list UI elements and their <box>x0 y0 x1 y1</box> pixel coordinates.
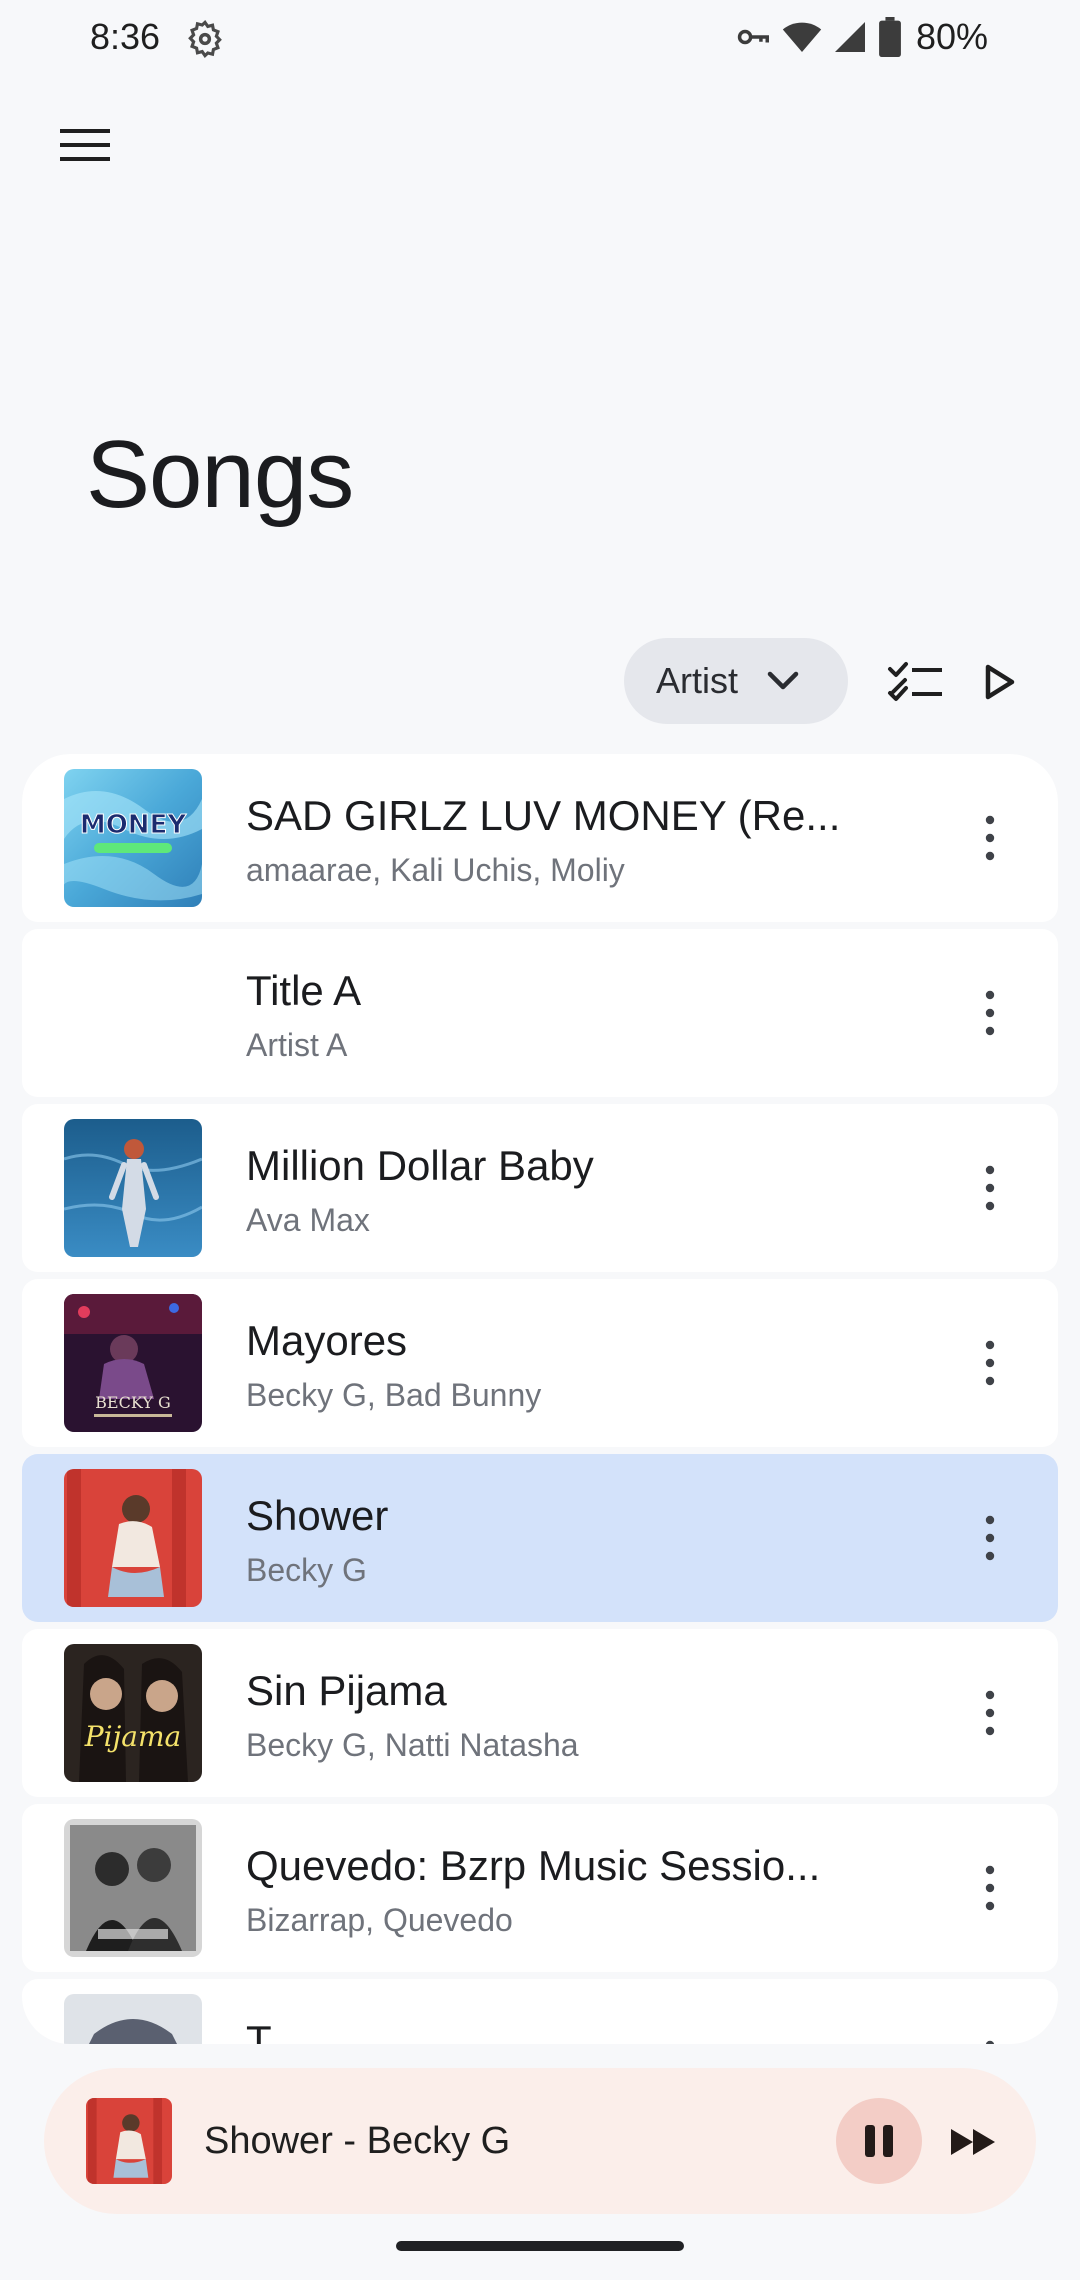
more-options-button[interactable] <box>950 973 1030 1053</box>
more-options-button[interactable] <box>950 1148 1030 1228</box>
song-row[interactable]: T <box>22 1979 1058 2044</box>
more-options-button[interactable] <box>950 2023 1030 2044</box>
more-options-button[interactable] <box>950 1673 1030 1753</box>
chevron-down-icon <box>767 671 799 690</box>
battery-percent: 80% <box>915 16 988 57</box>
now-playing-title: Shower - Becky G <box>204 2120 511 2162</box>
sort-dropdown[interactable]: Artist <box>624 638 848 724</box>
song-title: Million Dollar Baby <box>246 1142 594 1189</box>
status-bar: 8:36 80% <box>0 0 1080 80</box>
song-title: Title A <box>246 967 362 1014</box>
page-title: Songs <box>86 421 354 528</box>
more-options-button[interactable] <box>950 1848 1030 1928</box>
more-options-button[interactable] <box>950 798 1030 878</box>
menu-button[interactable] <box>44 104 126 186</box>
song-row[interactable]: Title A Artist A <box>22 929 1058 1097</box>
song-row-now-playing[interactable]: Shower Becky G <box>22 1454 1058 1622</box>
now-playing-art <box>86 2098 172 2184</box>
song-artist: Ava Max <box>246 1202 370 1238</box>
more-vert-icon <box>985 990 995 1036</box>
play-all-button[interactable] <box>968 652 1032 712</box>
song-title: SAD GIRLZ LUV MONEY (Re... <box>246 792 841 839</box>
song-title: Shower <box>246 1492 389 1539</box>
album-art-text: BECKY G <box>95 1393 171 1412</box>
wifi-icon <box>782 22 822 52</box>
album-art: MONEY <box>64 769 202 907</box>
checklist-icon <box>888 662 942 701</box>
pause-icon <box>865 2125 893 2157</box>
song-artist: Becky G, Natti Natasha <box>246 1727 579 1763</box>
song-title: T <box>246 2017 272 2044</box>
more-options-button[interactable] <box>950 1498 1030 1578</box>
more-vert-icon <box>985 2040 995 2044</box>
now-playing-bar[interactable]: Shower - Becky G <box>44 2068 1036 2214</box>
more-vert-icon <box>985 1690 995 1736</box>
more-vert-icon <box>985 1515 995 1561</box>
song-row[interactable]: Million Dollar Baby Ava Max <box>22 1104 1058 1272</box>
status-time: 8:36 <box>90 16 161 57</box>
more-vert-icon <box>985 815 995 861</box>
song-row[interactable]: MONEY SAD GIRLZ LUV MONEY (Re... amaarae… <box>22 754 1058 922</box>
album-art-text: MONEY <box>80 810 187 840</box>
song-row[interactable]: Pijama Sin Pijama Becky G, Natti Natasha <box>22 1629 1058 1797</box>
song-artist: amaarae, Kali Uchis, Moliy <box>246 852 625 888</box>
sort-label: Artist <box>656 660 739 701</box>
song-title: Mayores <box>246 1317 408 1364</box>
battery-icon <box>879 17 901 57</box>
hamburger-menu-icon <box>60 129 110 161</box>
status-icons: 80% <box>734 16 988 58</box>
album-art <box>64 1469 202 1607</box>
album-art-text: Pijama <box>84 1720 181 1753</box>
song-artist: Bizarrap, Quevedo <box>246 1902 513 1938</box>
select-songs-button[interactable] <box>876 652 956 712</box>
song-title: Quevedo: Bzrp Music Sessio... <box>246 1842 821 1889</box>
album-art: BECKY G <box>64 1294 202 1432</box>
songs-screen: 8:36 80% Songs Artist MONEY SAD GIRLZ LU… <box>0 0 1080 2280</box>
more-vert-icon <box>985 1340 995 1386</box>
album-art <box>64 1819 202 1957</box>
play-icon <box>985 664 1015 700</box>
album-art <box>64 1119 202 1257</box>
album-art <box>64 1994 202 2044</box>
skip-next-button[interactable] <box>940 2108 1008 2176</box>
gesture-navigation-bar[interactable] <box>396 2241 684 2251</box>
song-artist: Artist A <box>246 1027 348 1063</box>
more-vert-icon <box>985 1865 995 1911</box>
song-row[interactable]: Quevedo: Bzrp Music Sessio... Bizarrap, … <box>22 1804 1058 1972</box>
pause-button[interactable] <box>836 2098 922 2184</box>
song-artist: Becky G, Bad Bunny <box>246 1377 542 1413</box>
gear-icon <box>188 19 222 59</box>
more-vert-icon <box>985 1165 995 1211</box>
album-art: Pijama <box>64 1644 202 1782</box>
more-options-button[interactable] <box>950 1323 1030 1403</box>
song-title: Sin Pijama <box>246 1667 447 1714</box>
signal-icon <box>834 22 865 52</box>
vpn-key-icon <box>737 29 769 45</box>
song-artist: Becky G <box>246 1552 367 1588</box>
skip-next-icon <box>951 2129 995 2155</box>
song-row[interactable]: BECKY G Mayores Becky G, Bad Bunny <box>22 1279 1058 1447</box>
song-list: MONEY SAD GIRLZ LUV MONEY (Re... amaarae… <box>22 754 1058 2044</box>
